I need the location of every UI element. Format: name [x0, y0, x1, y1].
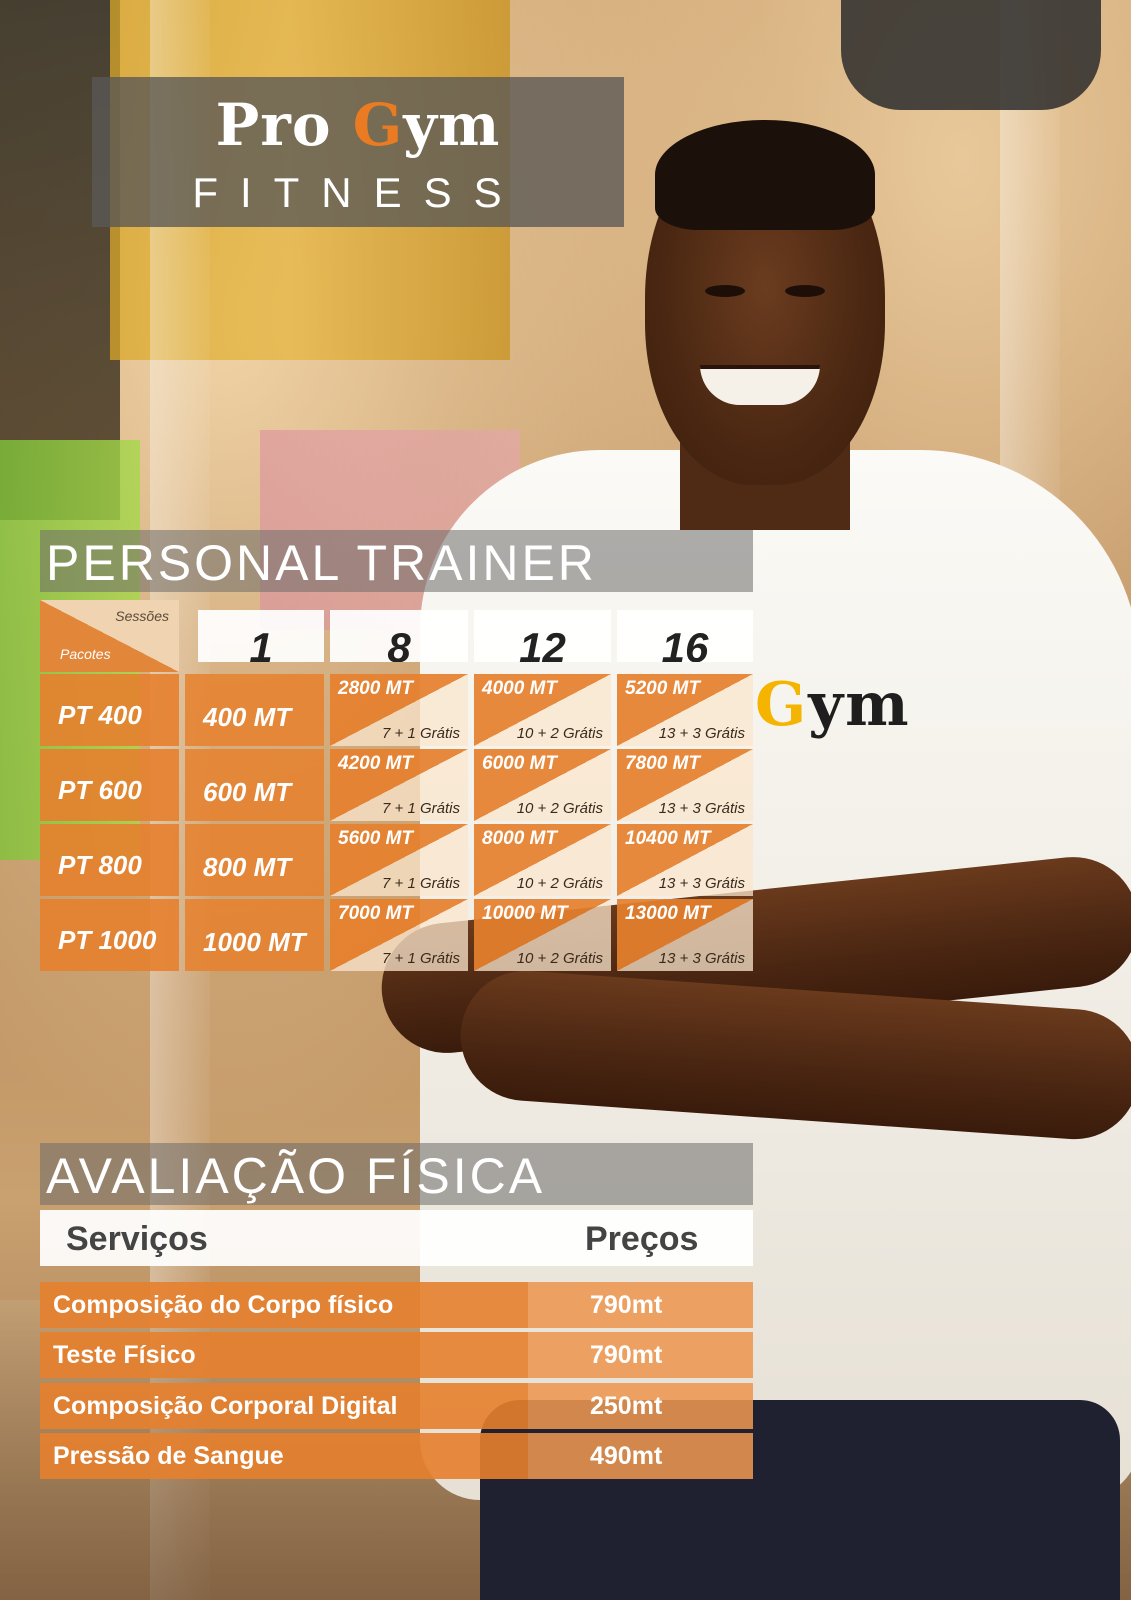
service-price: 790mt [528, 1282, 753, 1328]
package-name: PT 800 [40, 824, 179, 896]
package-name: PT 1000 [40, 899, 179, 971]
package-deal: 5200 MT 13 + 3 Grátis [617, 674, 753, 746]
brand-logo: Pro Gym FITNESS [92, 77, 624, 227]
package-deal: 2800 MT 7 + 1 Grátis [330, 674, 468, 746]
service-price: 490mt [528, 1433, 753, 1479]
single-session-price: 800 MT [185, 824, 324, 896]
service-name: Composição do Corpo físico [40, 1282, 528, 1328]
trainer-eye [785, 285, 825, 297]
service-price: 250mt [528, 1383, 753, 1429]
personal-trainer-title: PERSONAL TRAINER [40, 530, 753, 592]
single-session-price: 1000 MT [185, 899, 324, 971]
package-deal: 10000 MT 10 + 2 Grátis [474, 899, 611, 971]
logo-subtitle: FITNESS [192, 169, 524, 216]
session-header: 12 [474, 610, 611, 662]
package-deal: 4200 MT 7 + 1 Grátis [330, 749, 468, 821]
package-name: PT 400 [40, 674, 179, 746]
avaliacao-fisica-title: AVALIAÇÃO FÍSICA [40, 1143, 753, 1205]
session-header: 8 [330, 610, 468, 662]
shirt-logo: Gym [755, 670, 911, 740]
session-header: 16 [617, 610, 753, 662]
trainer-hair [655, 120, 875, 230]
background-gym-machine [841, 0, 1101, 110]
package-deal: 10400 MT 13 + 3 Grátis [617, 824, 753, 896]
package-deal: 13000 MT 13 + 3 Grátis [617, 899, 753, 971]
services-table-header: Serviços Preços [40, 1210, 753, 1266]
service-row: Composição do Corpo físico 790mt [40, 1282, 753, 1328]
package-deal: 8000 MT 10 + 2 Grátis [474, 824, 611, 896]
prices-column-header: Preços [585, 1220, 699, 1258]
package-deal: 7800 MT 13 + 3 Grátis [617, 749, 753, 821]
trainer-pants [480, 1400, 1120, 1600]
table-corner-cell: Sessões Pacotes [40, 600, 179, 672]
service-row: Composição Corporal Digital 250mt [40, 1383, 753, 1429]
service-row: Teste Físico 790mt [40, 1332, 753, 1378]
service-name: Pressão de Sangue [40, 1433, 528, 1479]
session-header: 1 [198, 610, 324, 662]
service-row: Pressão de Sangue 490mt [40, 1433, 753, 1479]
package-deal: 5600 MT 7 + 1 Grátis [330, 824, 468, 896]
service-price: 790mt [528, 1332, 753, 1378]
package-deal: 4000 MT 10 + 2 Grátis [474, 674, 611, 746]
trainer-eye [705, 285, 745, 297]
package-name: PT 600 [40, 749, 179, 821]
services-column-header: Serviços [66, 1220, 208, 1258]
single-session-price: 400 MT [185, 674, 324, 746]
single-session-price: 600 MT [185, 749, 324, 821]
logo-wordmark: Pro Gym [215, 91, 501, 159]
service-name: Teste Físico [40, 1332, 528, 1378]
service-name: Composição Corporal Digital [40, 1383, 528, 1429]
package-deal: 6000 MT 10 + 2 Grátis [474, 749, 611, 821]
package-deal: 7000 MT 7 + 1 Grátis [330, 899, 468, 971]
